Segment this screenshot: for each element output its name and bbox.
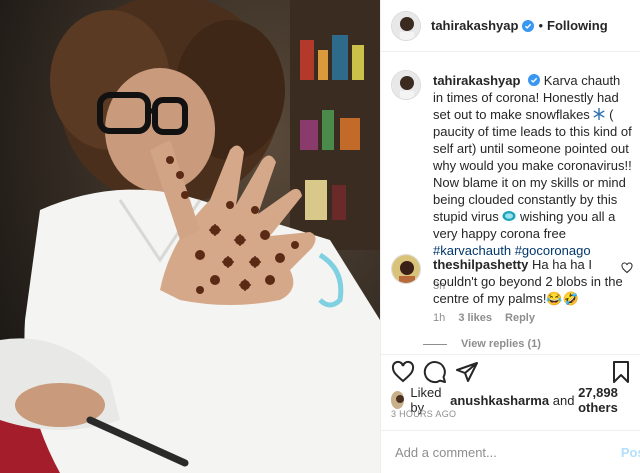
view-replies-line	[423, 343, 447, 345]
post-header: tahirakashyap • Following	[381, 0, 640, 52]
post-comment-button[interactable]: Post	[621, 445, 640, 460]
caption-text-part2: ( paucity of time leads to this kind of …	[433, 107, 632, 224]
action-bar	[381, 354, 640, 386]
liker-avatar[interactable]	[391, 391, 405, 409]
heart-icon[interactable]	[391, 360, 415, 384]
verified-badge-icon	[528, 74, 541, 86]
view-replies-label: View replies (1)	[461, 338, 541, 350]
photo-illustration	[0, 0, 380, 473]
comment-like-heart-icon[interactable]	[621, 262, 633, 274]
add-comment-bar: Post	[381, 430, 640, 473]
share-icon[interactable]	[455, 360, 479, 384]
bookmark-icon[interactable]	[609, 360, 633, 384]
snowflake-emoji-icon	[593, 107, 605, 121]
comment-input[interactable]	[395, 444, 595, 460]
comments-list[interactable]: tahirakashyap Karva chauth in times of c…	[381, 52, 640, 354]
likes-count[interactable]: 27,898 others	[578, 385, 640, 415]
caption-avatar[interactable]	[391, 70, 421, 100]
verified-badge-icon	[522, 19, 535, 32]
comment-icon[interactable]	[423, 360, 447, 384]
liked-by-and: and	[552, 392, 575, 408]
author-username[interactable]: tahirakashyap	[431, 18, 518, 33]
commenter-avatar[interactable]	[391, 254, 421, 284]
comment-likes[interactable]: 3 likes	[458, 312, 492, 324]
author-avatar[interactable]	[391, 10, 421, 41]
view-replies-button[interactable]: View replies (1)	[423, 338, 541, 350]
post-photo[interactable]	[0, 0, 380, 473]
reply-button[interactable]: Reply	[505, 312, 535, 324]
post-timestamp[interactable]: 3 HOURS AGO	[391, 409, 456, 419]
comment-time[interactable]: 1h	[433, 312, 445, 324]
liker-username[interactable]: anushkasharma	[450, 393, 549, 408]
comment-meta: 1h 3 likes Reply	[433, 312, 545, 324]
caption-username[interactable]: tahirakashyap	[433, 73, 520, 88]
separator-dot: •	[538, 18, 543, 33]
following-button[interactable]: Following	[547, 18, 608, 33]
caption-text: tahirakashyap Karva chauth in times of c…	[433, 72, 633, 259]
commenter-username[interactable]: theshilpashetty	[433, 257, 528, 272]
comment-text: theshilpashetty Ha ha ha I couldn't go b…	[433, 256, 633, 307]
face-mask-emoji-icon	[502, 211, 516, 221]
post-side-panel: tahirakashyap • Following tahirakashyap …	[380, 0, 640, 473]
